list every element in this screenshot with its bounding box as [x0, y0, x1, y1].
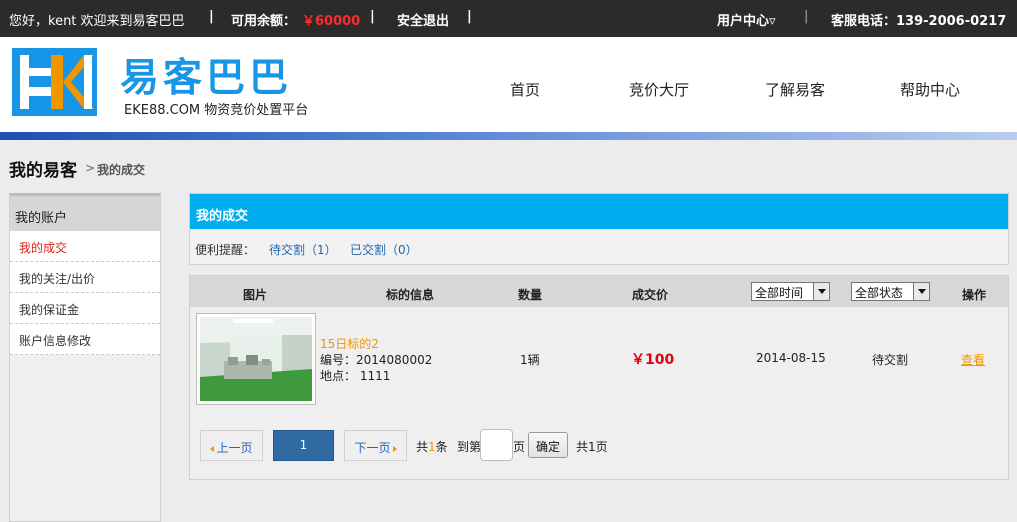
breadcrumb-root[interactable]: 我的易客	[9, 156, 77, 181]
item-price: ￥100	[631, 352, 675, 368]
pending-delivery-link[interactable]: 待交割（1）	[269, 241, 337, 258]
next-page-label: 下一页	[354, 441, 391, 455]
topbar-separator: |	[804, 9, 809, 24]
goto-suffix: 页	[513, 440, 526, 454]
greeting-text: 您好，kent 欢迎来到易客巴巴	[9, 14, 185, 29]
total-pages-link[interactable]: 共1页	[576, 438, 608, 455]
item-title-link[interactable]: 15日标的2	[320, 335, 379, 352]
column-header-action: 操作	[962, 288, 987, 302]
deals-summary-panel: 我的成交 便利提醒： 待交割（1） 已交割（0）	[189, 193, 1009, 265]
column-header-info: 标的信息	[386, 288, 435, 302]
balance-value: ￥60000	[302, 14, 361, 29]
header-divider	[0, 132, 1017, 140]
current-page-button[interactable]: 1	[273, 430, 334, 461]
arrow-right-icon	[392, 445, 397, 452]
status-filter-value: 全部状态	[855, 286, 904, 300]
topbar-separator: |	[467, 9, 472, 24]
nav-bidding-hall[interactable]: 竞价大厅	[629, 79, 689, 100]
sidebar-item-my-deals[interactable]: 我的成交	[10, 231, 160, 262]
breadcrumb-separator: >	[85, 161, 96, 175]
sidebar-item-account-edit[interactable]: 账户信息修改	[10, 324, 160, 355]
sidebar-item-deposit[interactable]: 我的保证金	[10, 293, 160, 324]
service-phone: 客服电话：139-2006-0217	[831, 14, 1007, 29]
prev-page-button[interactable]: 上一页	[200, 430, 263, 461]
topbar-separator: |	[209, 9, 214, 24]
time-filter-value: 全部时间	[755, 286, 804, 300]
sidebar-heading: 我的账户	[10, 196, 160, 231]
nav-home[interactable]: 首页	[510, 79, 540, 100]
delivered-link[interactable]: 已交割（0）	[350, 241, 418, 258]
logo-title: 易客巴巴	[120, 56, 293, 101]
top-bar: 您好，kent 欢迎来到易客巴巴 | 可用余额： ￥60000 | 安全退出 |…	[0, 0, 1017, 37]
sidebar-item-watch-bids[interactable]: 我的关注/出价	[10, 262, 160, 293]
eke-logo-icon[interactable]	[12, 48, 97, 116]
sidebar: 我的账户 我的成交 我的关注/出价 我的保证金 账户信息修改	[9, 193, 161, 522]
topbar-separator: |	[370, 9, 375, 24]
panel-title: 我的成交	[190, 194, 1008, 229]
time-filter-select[interactable]: 全部时间	[751, 282, 830, 301]
item-status: 待交割	[872, 353, 909, 367]
nav-help[interactable]: 帮助中心	[900, 79, 960, 100]
column-header-price: 成交价	[632, 288, 669, 302]
chevron-down-icon	[813, 283, 829, 300]
item-thumbnail-image[interactable]	[196, 313, 316, 405]
reminder-label: 便利提醒：	[195, 243, 256, 257]
item-quantity: 1辆	[520, 353, 540, 367]
arrow-left-icon	[210, 445, 215, 452]
balance-label: 可用余额：	[231, 14, 297, 29]
column-header-image: 图片	[243, 288, 268, 302]
prev-page-label: 上一页	[216, 441, 253, 455]
status-filter-select[interactable]: 全部状态	[851, 282, 930, 301]
column-header-quantity: 数量	[518, 288, 543, 302]
site-header: 易客巴巴 EKE88.COM 物资竞价处置平台 首页 竞价大厅 了解易客 帮助中…	[0, 37, 1017, 132]
next-page-button[interactable]: 下一页	[344, 430, 407, 461]
goto-prefix: 到第	[457, 440, 482, 454]
logout-link[interactable]: 安全退出	[397, 10, 449, 29]
goto-page-input[interactable]	[480, 429, 513, 461]
view-link[interactable]: 查看	[961, 351, 985, 368]
chevron-down-icon	[913, 283, 929, 300]
nav-about[interactable]: 了解易客	[765, 79, 825, 100]
total-count-text: 共1条	[416, 440, 448, 454]
goto-confirm-button[interactable]: 确定	[528, 432, 568, 458]
item-number: 编号：2014080002	[320, 353, 433, 367]
breadcrumb-current: 我的成交	[97, 163, 146, 177]
logo-tagline: EKE88.COM 物资竞价处置平台	[124, 103, 309, 118]
table-header: 图片 标的信息 数量 成交价 全部时间 全部状态 操作	[190, 276, 1008, 307]
item-location: 地点： 1111	[320, 369, 391, 383]
deals-table-panel: 图片 标的信息 数量 成交价 全部时间 全部状态 操作 15日标的2 编号：20…	[189, 275, 1009, 480]
item-date: 2014-08-15	[756, 351, 826, 365]
user-center-menu[interactable]: 用户中心▿	[717, 10, 776, 29]
